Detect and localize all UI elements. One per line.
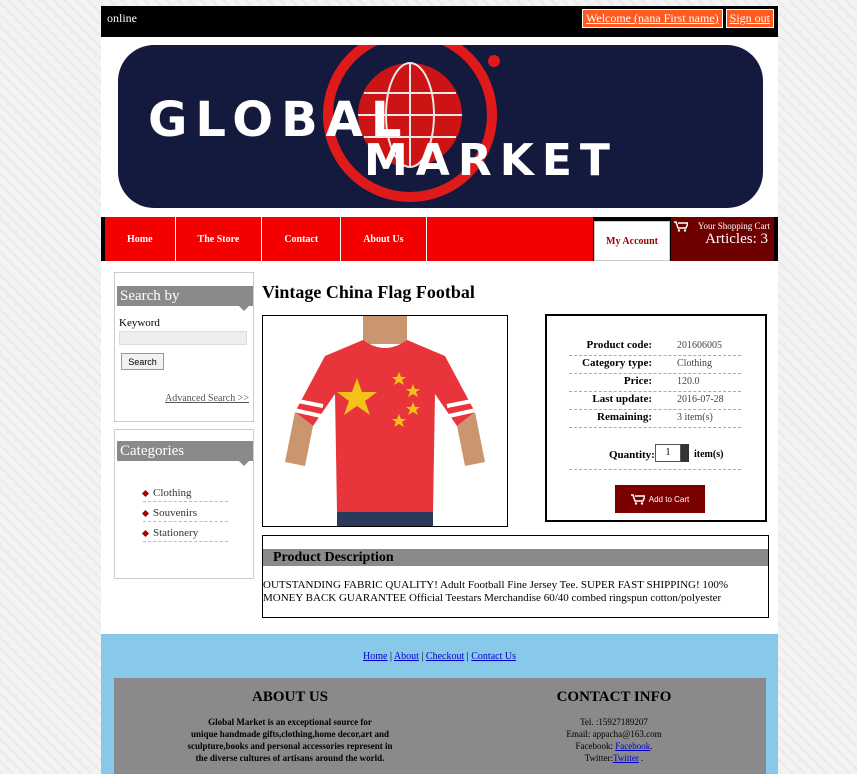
category-souvenirs[interactable]: Souvenirs: [143, 505, 228, 522]
facebook-link[interactable]: Facebook: [615, 741, 650, 751]
category-list: Clothing Souvenirs Stationery: [143, 485, 228, 545]
quantity-stepper[interactable]: 1: [655, 444, 681, 462]
contact-twitter: Twitter:Twitter .: [584, 753, 644, 763]
about-us: ABOUT US Global Market is an exceptional…: [140, 678, 440, 764]
my-account-button[interactable]: My Account: [594, 221, 670, 261]
footer-links: Home | About | Checkout | Contact Us: [363, 651, 516, 662]
categories-title: Categories: [117, 441, 253, 466]
info-row: Remaining: 3 item(s): [569, 410, 741, 428]
nav-home[interactable]: Home: [105, 217, 176, 261]
contact-info: CONTACT INFO Tel. :15927189207 Email: ap…: [464, 678, 764, 764]
footer-link-checkout[interactable]: Checkout: [426, 651, 464, 662]
contact-facebook: Facebook: Facebook.: [575, 741, 653, 751]
info-row: Last update: 2016-07-28: [569, 392, 741, 410]
nav-menu: Home The Store Contact About Us: [105, 217, 593, 261]
nav-contact[interactable]: Contact: [262, 217, 342, 261]
logo-text-market: MARKET: [364, 135, 618, 186]
tshirt-image: [263, 316, 507, 526]
quantity-unit: item(s): [694, 449, 724, 460]
page: online Welcome (nana First name) Sign ou…: [101, 6, 778, 774]
main-nav: Home The Store Contact About Us My Accou…: [101, 217, 778, 261]
categories-panel: Categories Clothing Souvenirs Stationery: [114, 429, 254, 579]
quantity-row: Quantity: 1 item(s): [569, 441, 741, 470]
contact-tel: Tel. :15927189207: [580, 717, 648, 727]
logo-graphic: GLOBAL MARKET: [148, 45, 618, 202]
info-row: Category type: Clothing: [569, 356, 741, 374]
welcome-link[interactable]: Welcome (nana First name): [582, 9, 723, 28]
product-image[interactable]: [262, 315, 508, 527]
cart-count: Articles: 3: [705, 231, 768, 247]
advanced-search-link[interactable]: Advanced Search >>: [165, 393, 249, 404]
footer-info: ABOUT US Global Market is an exceptional…: [114, 678, 766, 774]
contact-title: CONTACT INFO: [556, 689, 672, 705]
info-row: Price: 120.0: [569, 374, 741, 392]
product-description: Product Description OUTSTANDING FABRIC Q…: [262, 535, 769, 618]
global-market-logo[interactable]: GLOBAL MARKET: [118, 45, 763, 208]
add-to-cart-button[interactable]: Add to Cart: [615, 485, 705, 513]
about-title: ABOUT US: [252, 689, 328, 705]
add-to-cart-label: Add to Cart: [648, 494, 690, 504]
footer: Home | About | Checkout | Contact Us ABO…: [101, 634, 778, 774]
stepper-arrows-icon[interactable]: [681, 444, 689, 462]
footer-link-about[interactable]: About: [394, 651, 419, 662]
keyword-label: Keyword: [119, 317, 160, 329]
shopping-cart[interactable]: Your Shopping Cart Articles: 3: [671, 217, 774, 261]
category-clothing[interactable]: Clothing: [143, 485, 228, 502]
product-info-panel: Product code: 201606005 Category type: C…: [545, 314, 767, 522]
about-line: the diverse cultures of artisans around …: [195, 753, 385, 763]
nav-store[interactable]: The Store: [176, 217, 263, 261]
category-stationery[interactable]: Stationery: [143, 525, 228, 542]
keyword-input[interactable]: [119, 331, 247, 345]
cart-label: Your Shopping Cart: [697, 221, 770, 231]
main-content: Search by Keyword Search Advanced Search…: [101, 264, 778, 632]
about-line: unique handmade gifts,clothing,home deco…: [191, 729, 389, 739]
cart-icon: [674, 221, 690, 236]
quantity-label: Quantity:: [609, 449, 655, 461]
footer-link-home[interactable]: Home: [363, 651, 387, 662]
product-title: Vintage China Flag Footbal: [262, 282, 475, 302]
info-row: Product code: 201606005: [569, 338, 741, 356]
user-links: Welcome (nana First name) Sign out: [582, 9, 774, 28]
search-button[interactable]: Search: [121, 353, 164, 370]
banner: GLOBAL MARKET: [101, 37, 778, 217]
top-bar: online Welcome (nana First name) Sign ou…: [101, 6, 778, 37]
search-title: Search by: [117, 286, 253, 311]
about-line: Global Market is an exceptional source f…: [208, 717, 372, 727]
nav-about[interactable]: About Us: [341, 217, 427, 261]
footer-link-contact[interactable]: Contact Us: [471, 651, 516, 662]
signout-link[interactable]: Sign out: [725, 9, 774, 28]
online-status: online: [107, 11, 137, 25]
cart-icon: [630, 493, 645, 505]
search-panel: Search by Keyword Search Advanced Search…: [114, 272, 254, 422]
twitter-link[interactable]: Twitter: [613, 753, 639, 763]
description-title: Product Description: [263, 549, 768, 566]
description-text: OUTSTANDING FABRIC QUALITY! Adult Footba…: [263, 579, 729, 604]
contact-email: Email: appacha@163.com: [566, 729, 662, 739]
about-line: sculpture,books and personal accessories…: [187, 741, 393, 751]
